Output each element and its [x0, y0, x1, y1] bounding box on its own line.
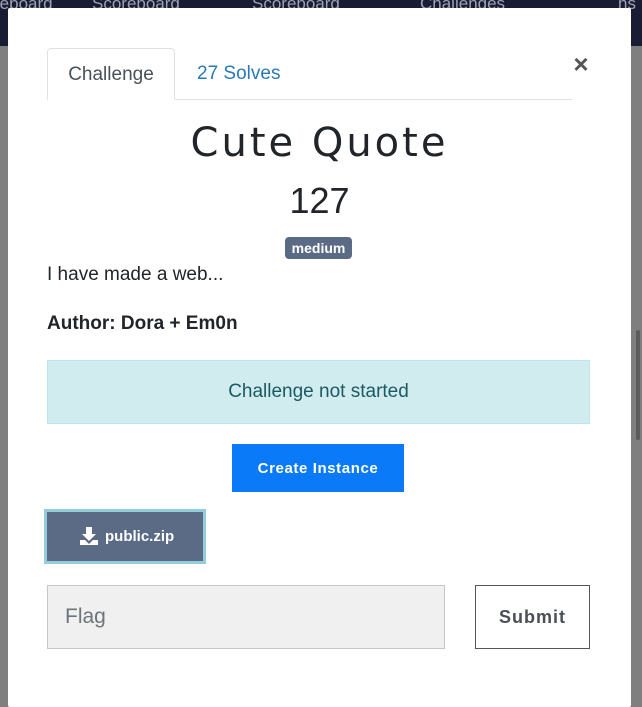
modal-tabs: Challenge 27 Solves	[47, 48, 572, 100]
scrollbar[interactable]	[636, 330, 640, 440]
challenge-modal: Challenge 27 Solves × Cute Quote 127 med…	[8, 8, 631, 707]
challenge-points: 127	[289, 180, 350, 221]
tab-solves[interactable]: 27 Solves	[197, 48, 280, 99]
challenge-description: I have made a web...	[47, 264, 224, 285]
flag-input[interactable]	[47, 585, 445, 649]
status-alert: Challenge not started	[47, 360, 590, 424]
close-button[interactable]: ×	[568, 50, 594, 78]
submit-button[interactable]: Submit	[475, 585, 590, 649]
file-name: public.zip	[105, 528, 175, 545]
download-file-button[interactable]: public.zip	[44, 509, 206, 564]
tab-challenge[interactable]: Challenge	[47, 48, 175, 100]
challenge-author: Author: Dora + Em0n	[47, 313, 238, 334]
create-instance-button[interactable]: Create Instance	[232, 444, 404, 492]
download-icon	[80, 527, 98, 545]
challenge-title: Cute Quote	[190, 120, 449, 166]
difficulty-badge: medium	[285, 237, 352, 259]
